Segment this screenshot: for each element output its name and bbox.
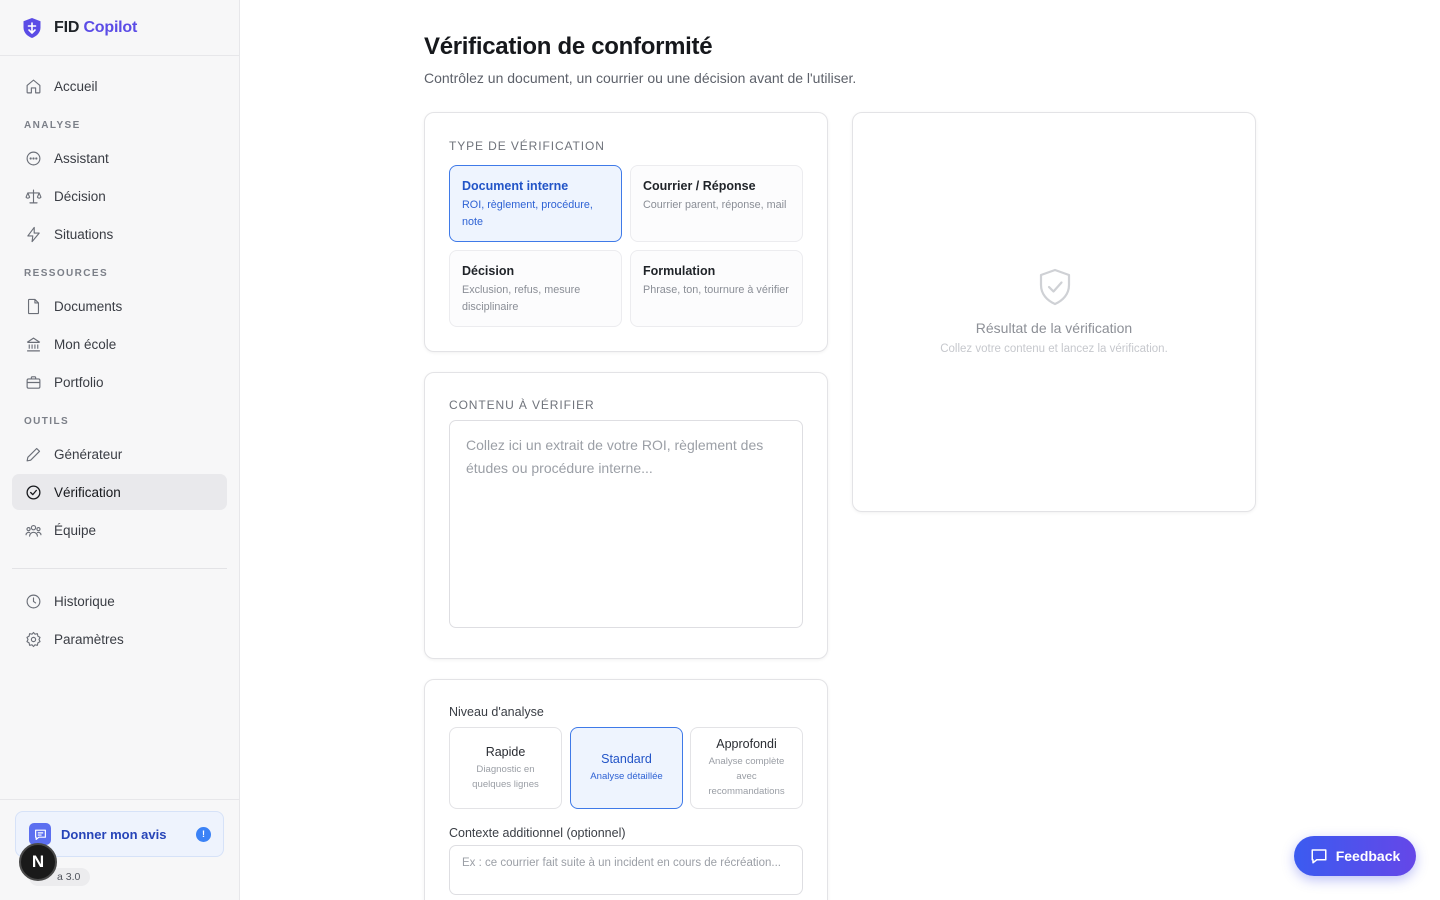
option-title: Courrier / Réponse xyxy=(643,179,756,193)
feedback-button-label: Feedback xyxy=(1335,848,1401,864)
analysis-level-label: Niveau d'analyse xyxy=(449,705,544,719)
option-description: Exclusion, refus, mesure disciplinaire xyxy=(462,284,581,313)
pencil-icon xyxy=(24,445,42,463)
briefcase-icon xyxy=(24,373,42,391)
card-title: TYPE DE VÉRIFICATION xyxy=(449,139,605,153)
gear-icon xyxy=(24,630,42,648)
check-circle-icon xyxy=(24,483,42,501)
sidebar-item-mon-ecole[interactable]: Mon école xyxy=(12,326,227,362)
sidebar-item-parametres[interactable]: Paramètres xyxy=(12,621,227,657)
card-title: CONTENU À VÉRIFIER xyxy=(449,398,595,412)
type-option-decision[interactable]: Décision Exclusion, refus, mesure discip… xyxy=(449,250,622,327)
sidebar-item-label: Accueil xyxy=(54,78,98,94)
type-option-courrier-reponse[interactable]: Courrier / Réponse Courrier parent, répo… xyxy=(630,165,803,242)
level-description: Analyse détaillée xyxy=(590,771,663,782)
level-option-approfondi[interactable]: Approfondi Analyse complète avec recomma… xyxy=(690,727,803,809)
shield-check-icon xyxy=(1038,268,1072,306)
type-option-formulation[interactable]: Formulation Phrase, ton, tournure à véri… xyxy=(630,250,803,327)
sidebar-item-situations[interactable]: Situations xyxy=(12,216,227,252)
level-description: Diagnostic en quelques lignes xyxy=(472,763,539,790)
clock-icon xyxy=(24,592,42,610)
option-title: Document interne xyxy=(462,179,569,193)
sidebar-item-label: Documents xyxy=(54,298,123,314)
content-textarea[interactable]: Collez ici un extrait de votre ROI, règl… xyxy=(449,420,803,628)
nav-divider xyxy=(12,568,227,569)
sidebar-item-historique[interactable]: Historique xyxy=(12,583,227,619)
sidebar-item-label: Décision xyxy=(54,188,106,204)
result-title: Résultat de la vérification xyxy=(975,320,1133,336)
shield-logo-icon xyxy=(22,17,42,39)
page-subtitle: Contrôlez un document, un courrier ou un… xyxy=(424,70,857,86)
content-to-verify-card: CONTENU À VÉRIFIER Collez ici un extrait… xyxy=(424,372,828,659)
sidebar-item-label: Historique xyxy=(54,593,115,609)
option-description: ROI, règlement, procédure, note xyxy=(462,199,593,228)
brand-name-part1: FID xyxy=(54,18,80,36)
notification-badge: ! xyxy=(196,826,211,842)
chat-icon xyxy=(1310,847,1328,865)
level-description: Analyse complète avec recommandations xyxy=(708,756,785,797)
level-option-rapide[interactable]: Rapide Diagnostic en quelques lignes xyxy=(449,727,562,809)
level-title: Rapide xyxy=(485,744,526,759)
sidebar-item-portfolio[interactable]: Portfolio xyxy=(12,364,227,400)
section-title-analyse: ANALYSE xyxy=(24,120,81,131)
option-description: Courrier parent, réponse, mail xyxy=(643,199,787,211)
brand-name: FID Copilot xyxy=(54,19,137,37)
sidebar-nav: Accueil ANALYSE Assistant Décision Situa… xyxy=(0,56,239,657)
result-card: Résultat de la vérification Collez votre… xyxy=(852,112,1256,512)
section-title-ressources: RESSOURCES xyxy=(24,268,109,279)
context-textarea[interactable]: Ex : ce courrier fait suite à un inciden… xyxy=(449,845,803,895)
feedback-button[interactable]: Feedback xyxy=(1294,836,1416,876)
sidebar-item-label: Portfolio xyxy=(54,374,104,390)
sidebar-footer: Donner mon avis ! a 3.0 N xyxy=(0,799,239,900)
brand-name-part2: Copilot xyxy=(83,18,138,36)
sidebar-item-documents[interactable]: Documents xyxy=(12,288,227,324)
dev-tools-badge[interactable]: N xyxy=(19,843,57,881)
sidebar-item-label: Assistant xyxy=(54,150,109,166)
level-option-standard[interactable]: Standard Analyse détaillée xyxy=(570,727,683,809)
sidebar-item-label: Générateur xyxy=(54,446,123,462)
analysis-level-card: Niveau d'analyse Rapide Diagnostic en qu… xyxy=(424,679,828,900)
scale-icon xyxy=(24,187,42,205)
lightning-icon xyxy=(24,225,42,243)
sidebar-item-equipe[interactable]: Équipe xyxy=(12,512,227,548)
school-building-icon xyxy=(24,335,42,353)
type-option-document-interne[interactable]: Document interne ROI, règlement, procédu… xyxy=(449,165,622,242)
brand[interactable]: FID Copilot xyxy=(0,0,239,56)
sidebar-item-label: Équipe xyxy=(54,522,97,538)
sidebar-item-label: Paramètres xyxy=(54,631,124,647)
message-icon xyxy=(29,823,51,845)
team-icon xyxy=(24,521,42,539)
sidebar-item-generateur[interactable]: Générateur xyxy=(12,436,227,472)
sidebar-item-label: Situations xyxy=(54,226,114,242)
level-title: Approfondi xyxy=(716,737,777,751)
page-title: Vérification de conformité xyxy=(424,33,713,60)
sidebar-item-accueil[interactable]: Accueil xyxy=(12,68,227,104)
document-icon xyxy=(24,297,42,315)
section-title-outils: OUTILS xyxy=(24,416,70,427)
result-subtitle: Collez votre contenu et lancez la vérifi… xyxy=(940,343,1168,355)
option-title: Formulation xyxy=(643,264,716,278)
sidebar-item-label: Vérification xyxy=(54,484,121,500)
context-label: Contexte additionnel (optionnel) xyxy=(449,826,626,840)
option-title: Décision xyxy=(462,264,515,278)
donner-mon-avis-label: Donner mon avis xyxy=(61,826,167,842)
sidebar-item-verification[interactable]: Vérification xyxy=(12,474,227,510)
chat-bubble-icon xyxy=(24,149,42,167)
sidebar-item-decision[interactable]: Décision xyxy=(12,178,227,214)
sidebar: FID Copilot Accueil ANALYSE Assistant Dé… xyxy=(0,0,240,900)
sidebar-item-label: Mon école xyxy=(54,336,117,352)
sidebar-item-assistant[interactable]: Assistant xyxy=(12,140,227,176)
verification-type-card: TYPE DE VÉRIFICATION Document interne RO… xyxy=(424,112,828,352)
option-description: Phrase, ton, tournure à vérifier xyxy=(643,284,789,296)
home-icon xyxy=(24,77,42,95)
level-title: Standard xyxy=(601,752,652,766)
